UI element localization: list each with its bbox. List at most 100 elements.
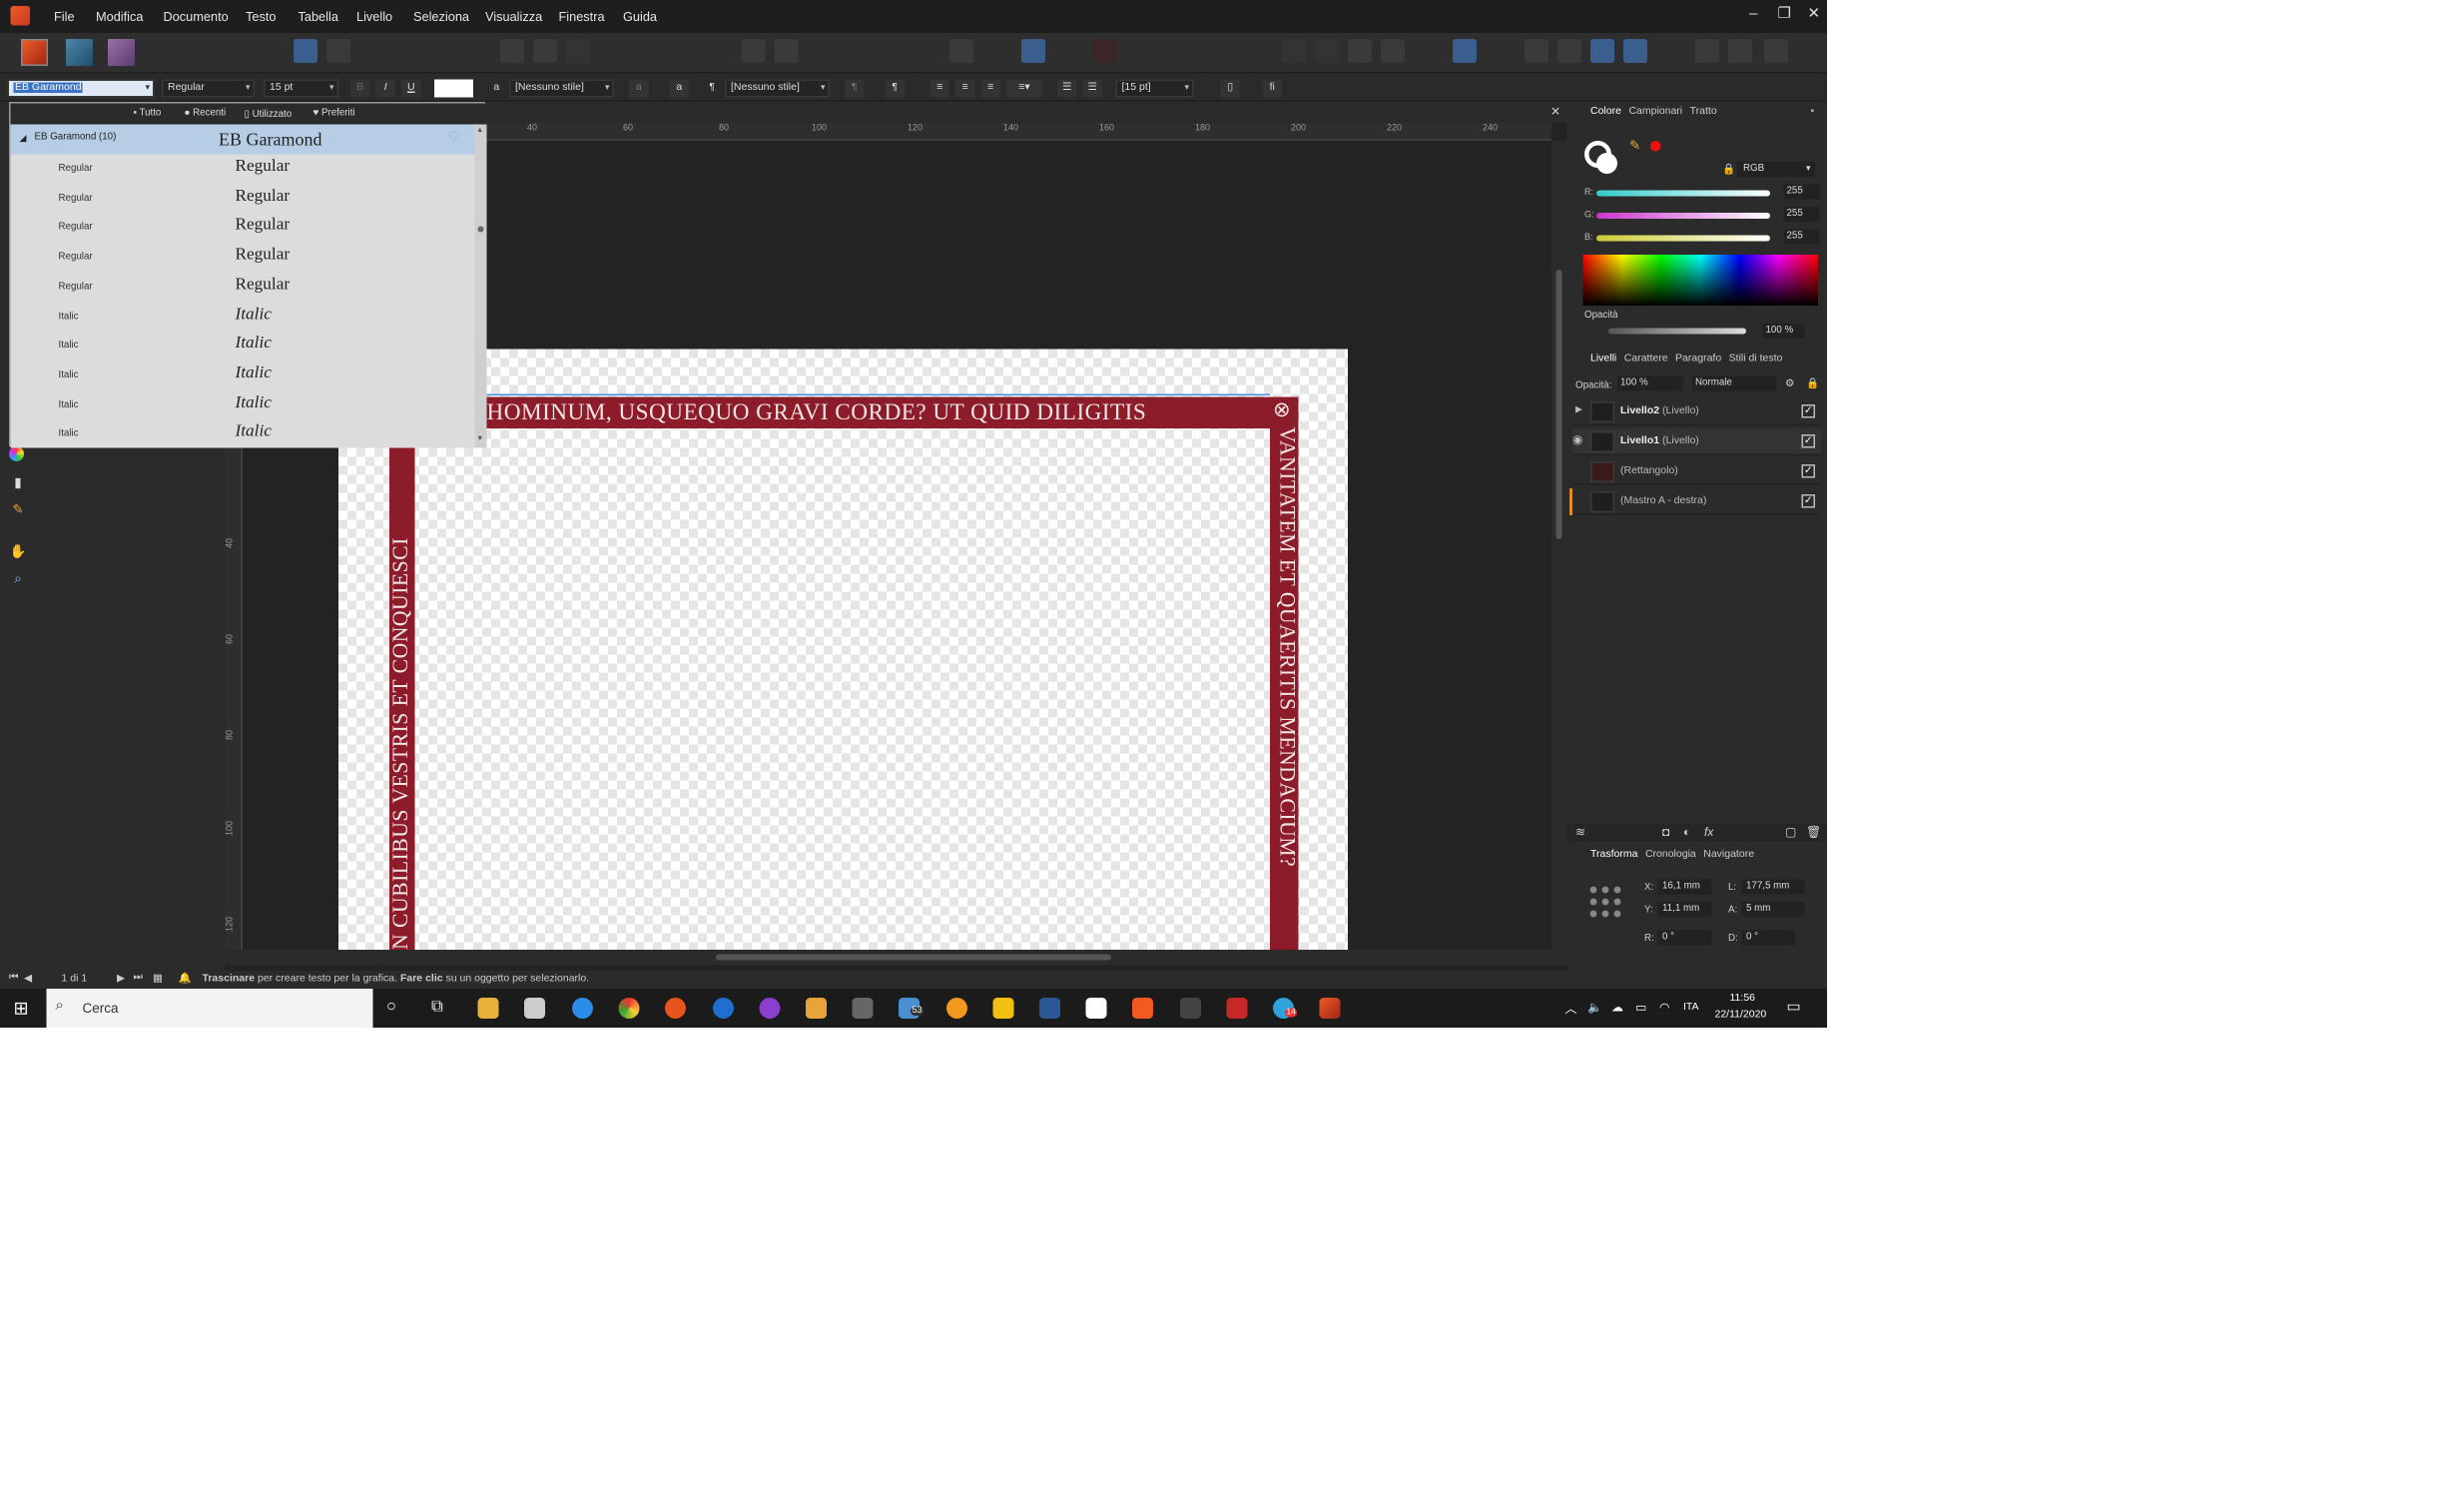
top-text-frame[interactable]: HOMINUM, USQUEQUO GRAVI CORDE? UT QUID D… <box>480 396 1299 428</box>
close-window-icon[interactable]: ✕ <box>1808 6 1821 23</box>
mask-icon[interactable]: ◘ <box>1662 826 1669 840</box>
trash-icon[interactable]: 🗑 <box>1806 826 1821 840</box>
tab-colore[interactable]: Colore <box>1590 107 1621 118</box>
opacity-value[interactable]: 100 % <box>1762 324 1805 339</box>
filter-tab-recent[interactable]: ● Recenti <box>185 108 227 119</box>
view-mode-icon[interactable] <box>949 39 973 63</box>
shear-field[interactable]: 0 ° <box>1741 930 1796 946</box>
brave-icon[interactable] <box>1132 998 1153 1019</box>
pin-icon[interactable] <box>741 39 766 63</box>
next-page-icon[interactable]: ▶ <box>117 973 125 985</box>
acrobat-icon[interactable] <box>1085 998 1107 1019</box>
cortana-icon[interactable]: ○ <box>386 998 396 1016</box>
underline-icon[interactable]: U <box>401 79 421 98</box>
char-panel-icon[interactable]: a <box>669 79 689 98</box>
last-page-icon[interactable]: ⏭ <box>134 973 143 985</box>
font-family-field[interactable]: EB Garamond ▾ <box>7 79 155 98</box>
task-view-icon[interactable]: ⧉ <box>431 998 443 1018</box>
blend-mode-select[interactable]: Normale <box>1692 375 1776 391</box>
font-family-row[interactable]: ◢ EB Garamond (10) EB Garamond ♡ <box>10 124 475 155</box>
menu-guida[interactable]: Guida <box>623 9 657 24</box>
rotate-left-icon[interactable] <box>1590 39 1614 63</box>
green-value[interactable]: 255 <box>1783 207 1820 222</box>
tab-trasforma[interactable]: Trasforma <box>1590 850 1637 861</box>
tab-stili-di-testo[interactable]: Stili di testo <box>1729 354 1783 365</box>
lock-icon[interactable]: 🔒 <box>1806 377 1819 390</box>
font-style-row[interactable]: Regular Regular <box>11 155 475 185</box>
minimize-icon[interactable]: – <box>1749 6 1757 23</box>
left-text-frame[interactable]: N CUBILIBUS VESTRIS ET CONQUIESCI <box>389 434 415 950</box>
height-field[interactable]: 5 mm <box>1741 902 1805 917</box>
add-layer-icon[interactable]: ▢ <box>1785 826 1796 840</box>
font-style-row[interactable]: Regular Regular <box>11 184 475 214</box>
font-style-row[interactable]: Italic Italic <box>11 302 475 332</box>
vertical-scroll-thumb[interactable] <box>1555 270 1562 539</box>
fill-swatch[interactable] <box>1596 153 1617 174</box>
font-style-row[interactable]: Italic Italic <box>11 419 475 449</box>
zoom-tool-icon[interactable]: ⌕ <box>9 569 27 587</box>
clock-time[interactable]: 11:56 <box>1730 994 1756 1005</box>
onedrive-icon[interactable]: ☁ <box>1611 1001 1623 1015</box>
office-icon[interactable] <box>1226 998 1248 1019</box>
menu-livello[interactable]: Livello <box>356 9 392 24</box>
color-model-select[interactable]: RGB ▾ <box>1737 162 1815 177</box>
justify-icon[interactable]: ≡▾ <box>1006 79 1042 98</box>
font-list-scrollbar[interactable]: ▲ ▼ <box>474 124 487 448</box>
menu-file[interactable]: File <box>54 9 75 24</box>
horizontal-scrollbar[interactable] <box>225 950 1566 965</box>
horizontal-scroll-thumb[interactable] <box>716 954 1111 961</box>
right-text-frame[interactable]: ⊗ VANITATEM ET QUAERITIS MENDACIUM? <box>1270 396 1299 952</box>
mail-icon[interactable]: 53 <box>899 998 924 1019</box>
fill-tool-icon[interactable]: ▮ <box>9 473 27 491</box>
taskbar-search-box[interactable]: ⌕ Cerca <box>46 989 373 1028</box>
anchor-grid-icon[interactable] <box>1587 884 1623 920</box>
sticky-notes-icon[interactable] <box>992 998 1014 1019</box>
y-field[interactable]: 11,1 mm <box>1657 902 1712 917</box>
tray-chevron-icon[interactable]: ︿ <box>1565 1001 1577 1018</box>
blue-slider[interactable] <box>1596 235 1770 242</box>
tab-livelli[interactable]: Livelli <box>1590 354 1616 365</box>
font-style-row[interactable]: Italic Italic <box>11 332 475 362</box>
tab-navigatore[interactable]: Navigatore <box>1703 850 1754 861</box>
media-icon[interactable] <box>806 998 827 1019</box>
menu-tabella[interactable]: Tabella <box>299 9 338 24</box>
arrange-icon[interactable] <box>1348 39 1372 63</box>
ligature-icon[interactable]: fi <box>1262 79 1282 98</box>
red-slider[interactable] <box>1596 190 1770 197</box>
frame-icon[interactable] <box>1021 39 1045 63</box>
back-one-icon[interactable] <box>1282 39 1306 63</box>
rotation-field[interactable]: 0 ° <box>1657 930 1712 946</box>
firefox-nightly-icon[interactable] <box>759 998 781 1019</box>
numbered-list-icon[interactable]: ☰ <box>1082 79 1102 98</box>
font-style-row[interactable]: Italic Italic <box>11 390 475 420</box>
preflight-icon[interactable] <box>533 39 557 63</box>
edge-icon[interactable] <box>572 998 593 1019</box>
app-icon[interactable] <box>852 998 874 1019</box>
layer-visibility-checkbox[interactable]: ✓ <box>1801 404 1815 418</box>
restore-icon[interactable]: ❐ <box>1778 6 1791 23</box>
volume-icon[interactable]: 🔈 <box>1587 1001 1602 1015</box>
vertical-scrollbar[interactable] <box>1551 141 1566 950</box>
text-frame-icon[interactable]: ▯ <box>1220 79 1240 98</box>
layer-play-icon[interactable]: ◉ <box>1572 433 1582 447</box>
bullet-list-icon[interactable]: ☰ <box>1057 79 1077 98</box>
page-icon[interactable] <box>500 39 524 63</box>
tab-campionari[interactable]: Campionari <box>1628 107 1682 118</box>
layer-visibility-checkbox[interactable]: ✓ <box>1801 434 1815 448</box>
collapse-triangle-icon[interactable]: ◢ <box>20 134 27 144</box>
flip-vertical-icon[interactable] <box>1557 39 1581 63</box>
photo-persona-icon[interactable] <box>66 39 93 66</box>
settings-app-icon[interactable] <box>946 998 967 1019</box>
boolean-subtract-icon[interactable] <box>1728 39 1752 63</box>
filter-tab-used[interactable]: ▯ Utilizzato <box>245 108 293 121</box>
battery-icon[interactable]: ▭ <box>1635 1001 1646 1015</box>
menu-documento[interactable]: Documento <box>164 9 229 24</box>
font-list-scroll-thumb[interactable] <box>477 226 484 233</box>
clear-char-style-icon[interactable]: a <box>629 79 649 98</box>
wifi-icon[interactable]: ◠ <box>1659 1001 1669 1015</box>
snapping-magnet-icon[interactable] <box>1093 39 1117 63</box>
horizontal-ruler[interactable]: 40 60 80 100 120 140 160 180 200 220 240 <box>479 123 1551 141</box>
gear-icon[interactable]: ⚙ <box>1785 377 1794 390</box>
language-indicator[interactable]: ITA <box>1683 1003 1699 1014</box>
font-dropdown-panel[interactable]: ▪ Tutto ● Recenti ▯ Utilizzato ♥ Preferi… <box>9 102 487 449</box>
